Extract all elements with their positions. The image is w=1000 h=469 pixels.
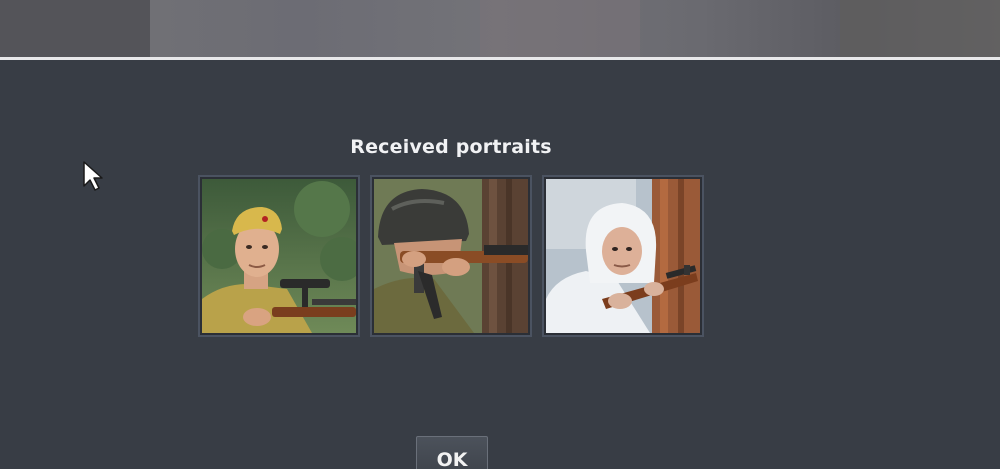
game-screen: Received portraits OK — [0, 0, 1000, 469]
portrait-german-rifleman[interactable] — [370, 175, 532, 337]
portrait-list — [198, 175, 704, 337]
ok-button[interactable]: OK — [416, 436, 488, 469]
portrait-soviet-sniper[interactable] — [198, 175, 360, 337]
mouse-cursor-icon — [83, 161, 103, 191]
background-panel — [0, 0, 150, 57]
german-rifleman-portrait-icon — [374, 179, 528, 333]
background-blur — [480, 0, 640, 57]
background-window-strip — [0, 0, 1000, 57]
portrait-winter-sniper[interactable] — [542, 175, 704, 337]
winter-sniper-portrait-icon — [546, 179, 700, 333]
soviet-sniper-portrait-icon — [202, 179, 356, 333]
divider-line — [0, 57, 1000, 60]
background-blur — [840, 0, 1000, 57]
dialog-title: Received portraits — [350, 136, 552, 158]
